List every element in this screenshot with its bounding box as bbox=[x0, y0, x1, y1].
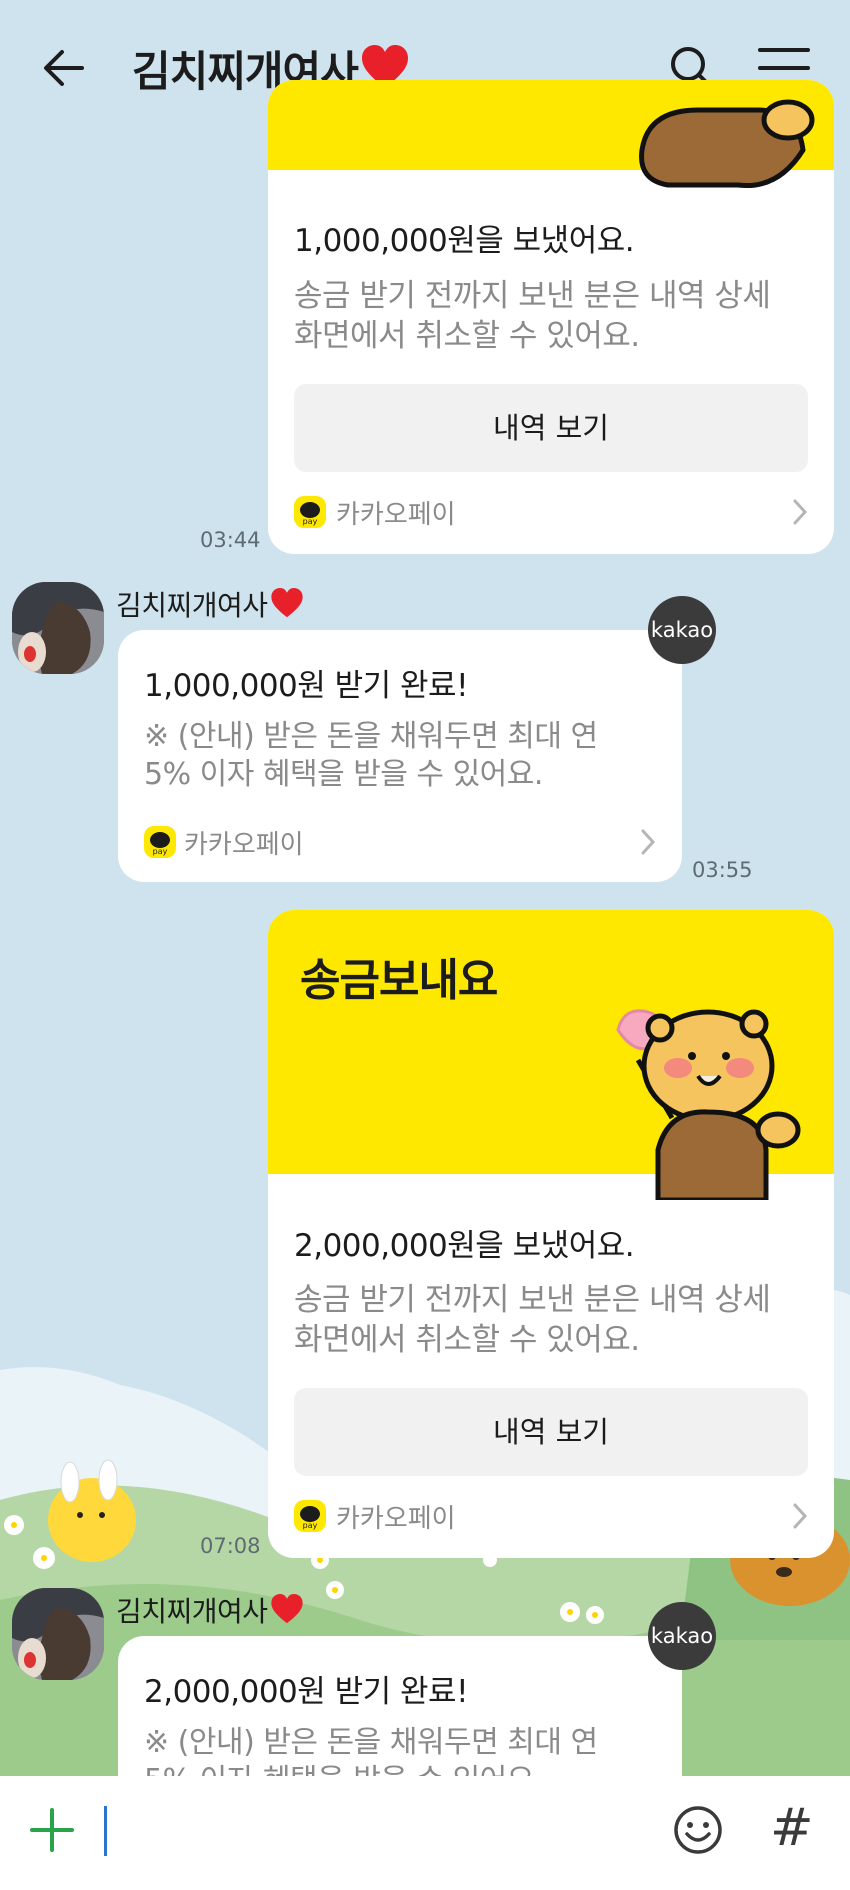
kakaopay-label: 카카오페이 bbox=[336, 1504, 456, 1534]
transfer-amount-text: 1,000,000원을 보냈어요. bbox=[294, 223, 635, 259]
message-input-field[interactable] bbox=[104, 1806, 107, 1856]
view-history-button[interactable]: 내역 보기 bbox=[294, 1388, 808, 1476]
message-time: 07:08 bbox=[200, 1534, 261, 1558]
transfer-description-line: 화면에서 취소할 수 있어요. bbox=[294, 1322, 640, 1358]
avatar[interactable] bbox=[12, 1588, 104, 1680]
transfer-description-line: 송금 받기 전까지 보낸 분은 내역 상세 bbox=[294, 278, 771, 314]
chevron-right-icon bbox=[793, 499, 808, 525]
kakaopay-icon: pay bbox=[294, 496, 326, 528]
back-arrow-icon[interactable] bbox=[38, 40, 94, 96]
received-description-line: ※ (안내) 받은 돈을 채워두면 최대 연 bbox=[144, 1725, 598, 1760]
received-title: 2,000,000원 받기 완료! bbox=[144, 1674, 469, 1710]
kakaopay-icon: pay bbox=[144, 826, 176, 858]
chevron-right-icon bbox=[641, 829, 656, 855]
kakaopay-label: 카카오페이 bbox=[336, 500, 456, 530]
sender-name-text: 김치찌개여사 bbox=[116, 1595, 268, 1628]
plus-icon[interactable] bbox=[28, 1806, 76, 1854]
sender-name-text: 김치찌개여사 bbox=[116, 589, 268, 622]
received-description-line: ※ (안내) 받은 돈을 채워두면 최대 연 bbox=[144, 719, 598, 754]
sender-name: 김치찌개여사 bbox=[116, 1590, 304, 1630]
sent-transfer-card-1[interactable]: 1,000,000원을 보냈어요. 송금 받기 전까지 보낸 분은 내역 상세 … bbox=[268, 80, 834, 554]
received-transfer-card-1[interactable]: 1,000,000원 받기 완료! ※ (안내) 받은 돈을 채워두면 최대 연… bbox=[118, 630, 682, 882]
heart-icon bbox=[270, 1594, 303, 1624]
svg-text:pay: pay bbox=[303, 1521, 318, 1530]
message-time: 03:55 bbox=[692, 858, 753, 882]
bear-character-icon bbox=[639, 99, 815, 189]
received-title: 1,000,000원 받기 완료! bbox=[144, 668, 469, 704]
heart-icon bbox=[270, 588, 303, 618]
svg-text:pay: pay bbox=[153, 847, 168, 856]
transfer-banner: 송금보내요 bbox=[268, 910, 834, 1200]
emoji-icon[interactable] bbox=[672, 1804, 724, 1856]
kakaopay-label: 카카오페이 bbox=[184, 830, 304, 860]
kakaopay-icon: pay bbox=[294, 1500, 326, 1532]
transfer-description-line: 화면에서 취소할 수 있어요. bbox=[294, 318, 640, 354]
sender-name: 김치찌개여사 bbox=[116, 584, 304, 624]
hash-icon[interactable]: # bbox=[770, 1798, 814, 1858]
message-input-bar: # bbox=[0, 1776, 850, 1890]
message-time: 03:44 bbox=[200, 528, 261, 552]
kakao-badge: kakao bbox=[648, 596, 716, 664]
bear-character-icon bbox=[616, 1009, 801, 1200]
transfer-description-line: 송금 받기 전까지 보낸 분은 내역 상세 bbox=[294, 1282, 771, 1318]
received-description-line: 5% 이자 혜택을 받을 수 있어요. bbox=[144, 757, 543, 792]
kakao-badge: kakao bbox=[648, 1602, 716, 1670]
received-description: ※ (안내) 받은 돈을 채워두면 최대 연 5% 이자 혜택을 받을 수 있어… bbox=[144, 718, 598, 794]
avatar[interactable] bbox=[12, 582, 104, 674]
svg-text:pay: pay bbox=[303, 517, 318, 526]
view-history-button[interactable]: 내역 보기 bbox=[294, 384, 808, 472]
banner-title: 송금보내요 bbox=[300, 955, 498, 1006]
transfer-description: 송금 받기 전까지 보낸 분은 내역 상세 화면에서 취소할 수 있어요. bbox=[294, 1280, 771, 1360]
transfer-amount-text: 2,000,000원을 보냈어요. bbox=[294, 1228, 635, 1264]
transfer-description: 송금 받기 전까지 보낸 분은 내역 상세 화면에서 취소할 수 있어요. bbox=[294, 276, 771, 356]
transfer-banner bbox=[268, 80, 834, 189]
sent-transfer-card-2[interactable]: 송금보내요 2,000,000원을 보냈어요. 송금 받기 전까지 보낸 분은 … bbox=[268, 910, 834, 1558]
chevron-right-icon bbox=[793, 1503, 808, 1529]
